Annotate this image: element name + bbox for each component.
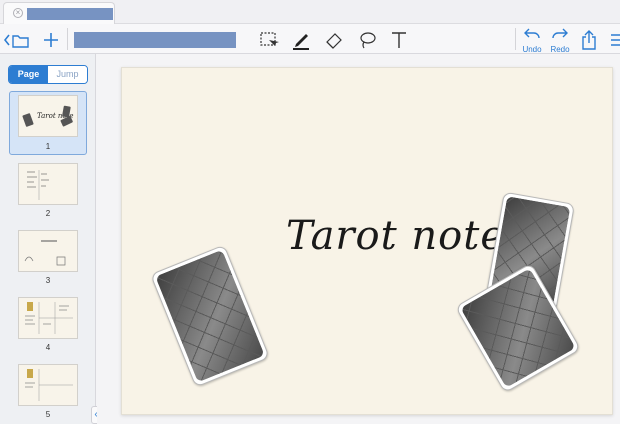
page-number-2: 2 [45, 209, 51, 218]
document-tab[interactable]: × [3, 2, 115, 24]
page-thumbnail-3[interactable] [18, 230, 78, 272]
pen-icon[interactable] [289, 28, 313, 52]
page-number-1: 1 [45, 142, 51, 151]
share-icon[interactable] [578, 28, 600, 52]
redo-button[interactable]: Redo [546, 27, 574, 54]
lasso-icon[interactable] [355, 29, 379, 51]
undo-icon [524, 28, 540, 39]
segment-page[interactable]: Page [9, 66, 48, 83]
page-number-5: 5 [45, 410, 51, 419]
segment-jump[interactable]: Jump [48, 66, 87, 83]
page-jump-segmented-control: Page Jump [8, 65, 88, 84]
undo-label: Undo [522, 45, 542, 54]
page-thumbnail-5[interactable] [18, 364, 78, 406]
toolbar-divider-right [515, 28, 516, 50]
page-number-4: 4 [45, 343, 51, 352]
redo-label: Redo [550, 45, 570, 54]
page-thumbnail-1[interactable]: Tarot note [18, 95, 78, 137]
document-name-redacted[interactable] [74, 32, 236, 48]
undo-button[interactable]: Undo [518, 27, 546, 54]
text-tool-icon[interactable] [388, 29, 410, 51]
page-title-text: Tarot note [286, 213, 506, 259]
folder-back-icon[interactable] [4, 30, 30, 50]
toolbar-divider [67, 28, 68, 50]
add-icon[interactable] [40, 30, 62, 50]
redo-icon [552, 28, 568, 39]
menu-icon[interactable] [608, 31, 620, 49]
close-tab-icon[interactable]: × [13, 8, 23, 18]
lasso-select-icon[interactable] [257, 29, 281, 51]
page-thumbnail-4[interactable] [18, 297, 78, 339]
tab-title-redacted [27, 8, 113, 20]
page-thumbnail-2[interactable] [18, 163, 78, 205]
eraser-icon[interactable] [322, 29, 346, 51]
page-number-3: 3 [45, 276, 51, 285]
